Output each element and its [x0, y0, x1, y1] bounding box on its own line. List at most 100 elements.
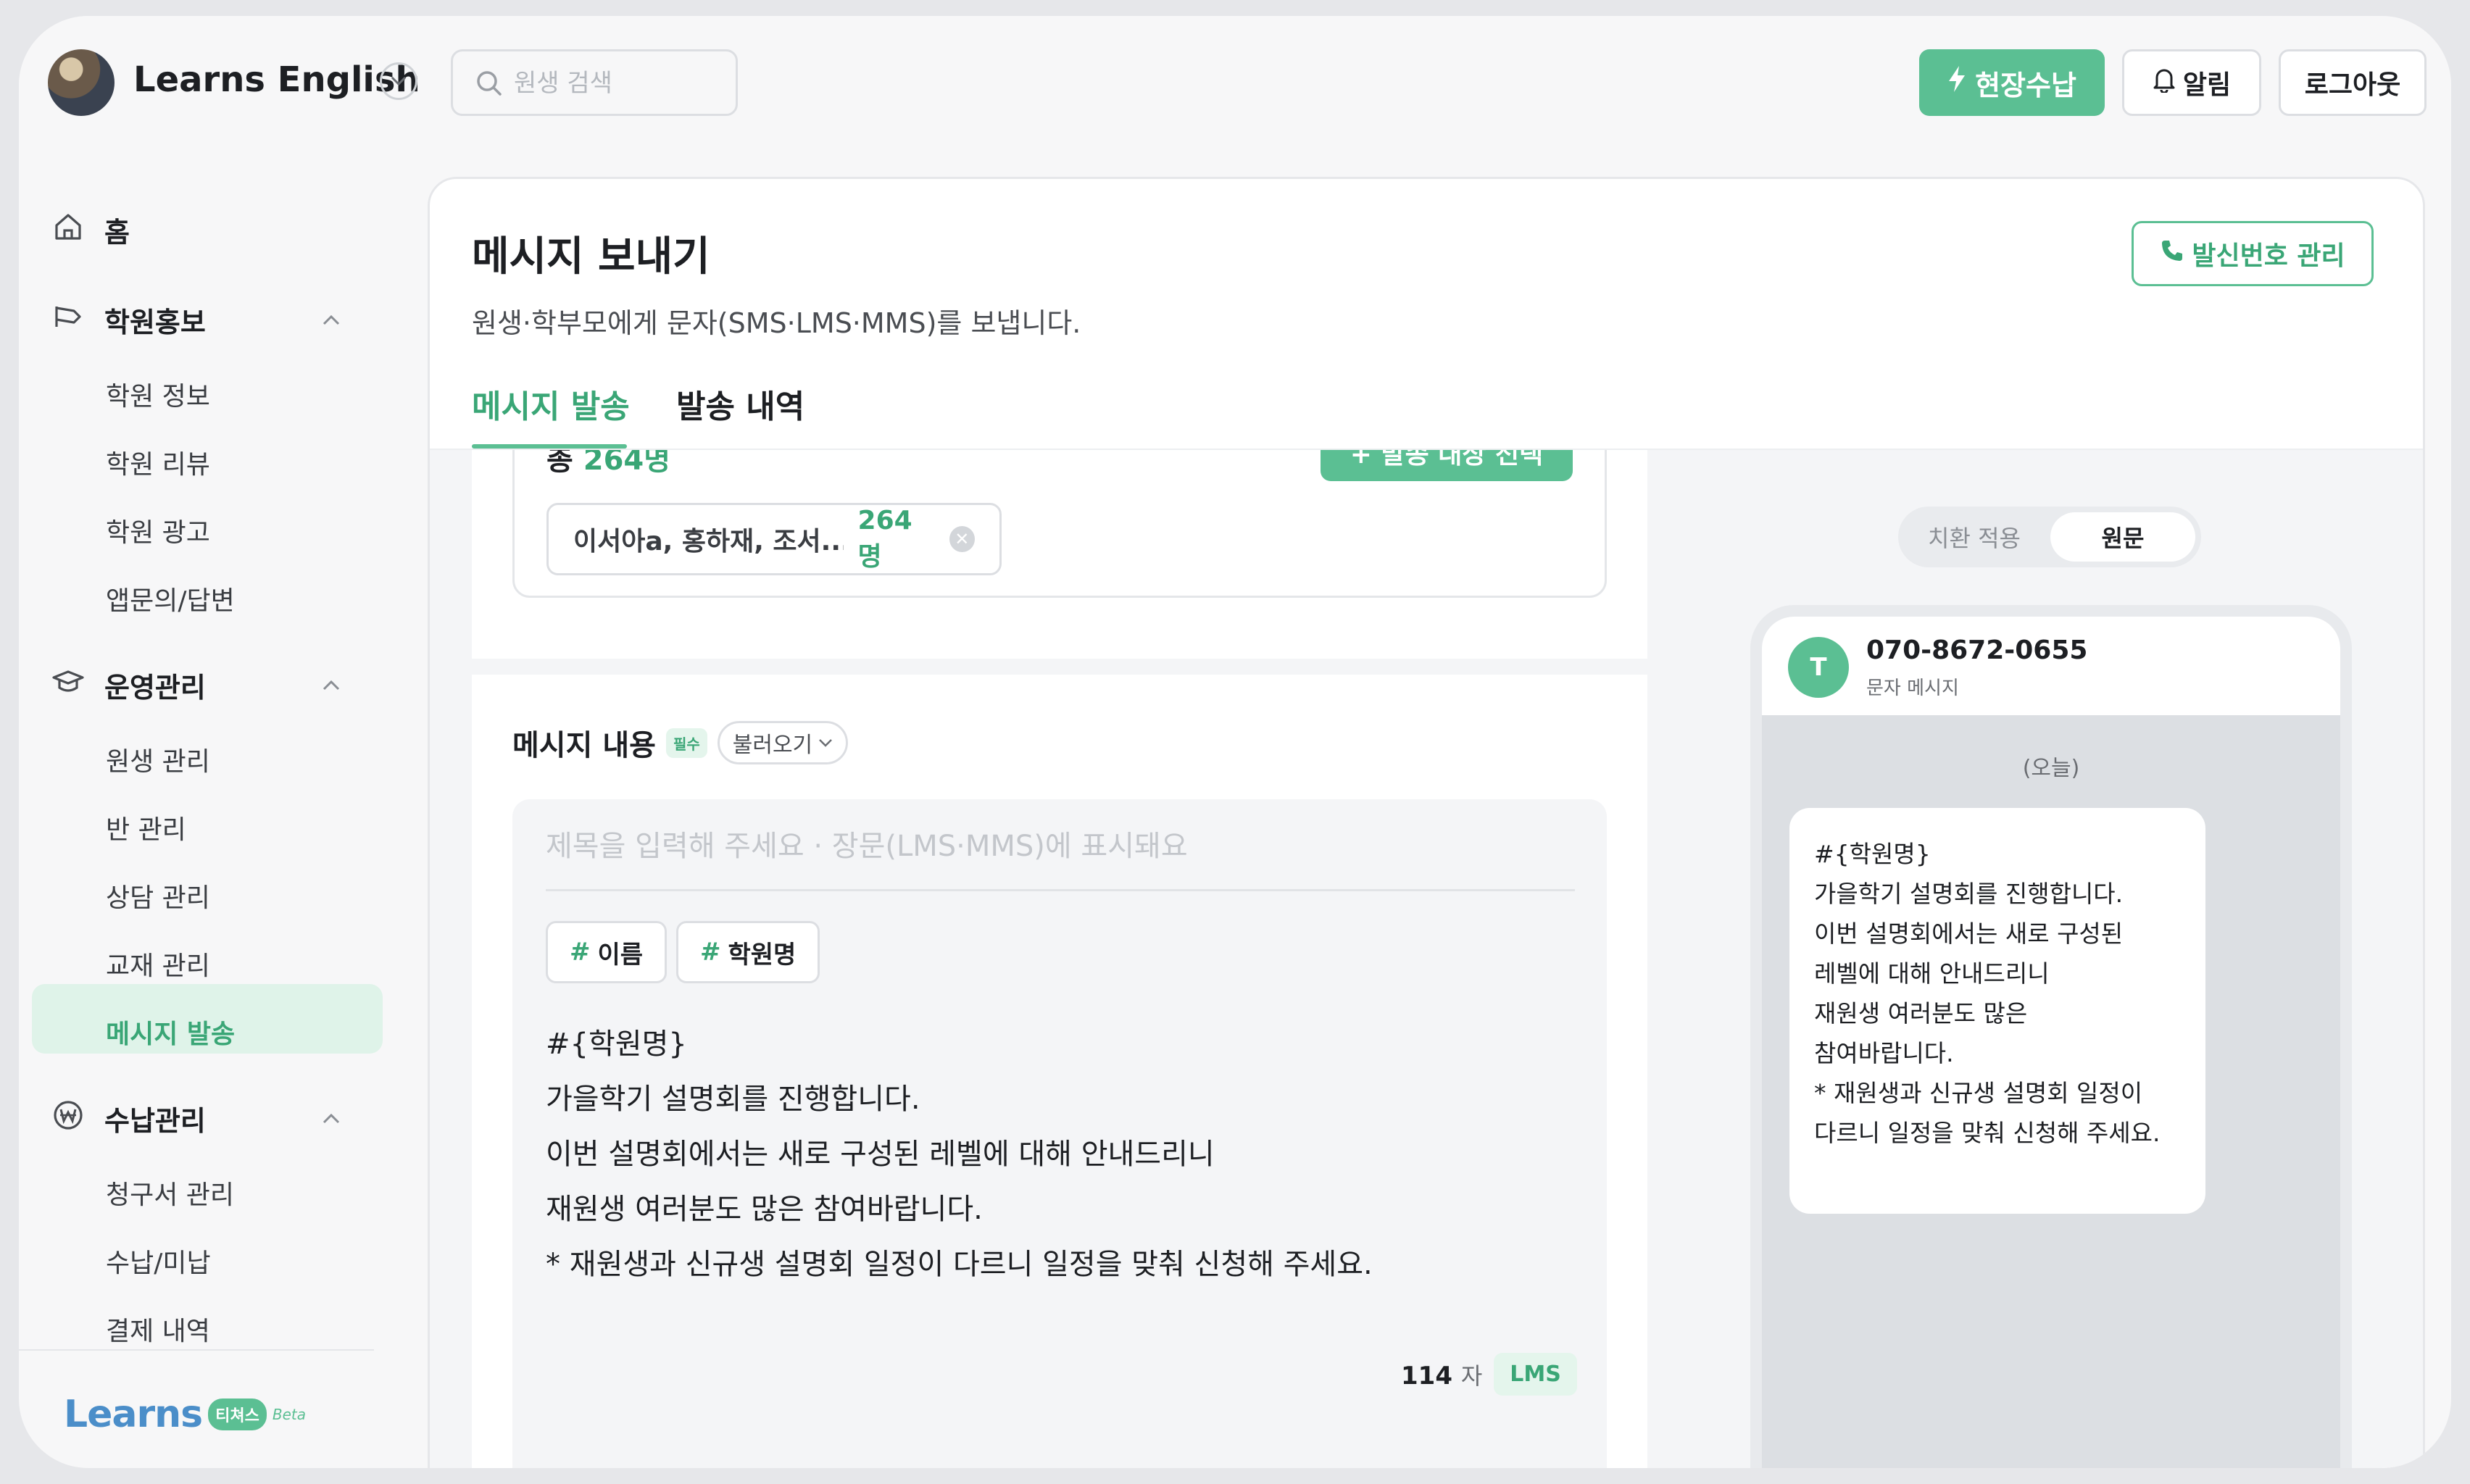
sidebar-item-payment-history[interactable]: 결제 내역 — [106, 1310, 210, 1348]
character-count-value: 114 — [1401, 1361, 1452, 1391]
logo-beta: Beta — [272, 1406, 306, 1423]
compose-column: 총 264명 + 발송 대상 선택 이서아a, 홍하재, 조서... 264명 … — [472, 450, 1647, 1468]
recipient-total-prefix: 총 — [546, 450, 573, 477]
page-subtitle: 원생·학부모에게 문자(SMS·LMS·MMS)를 보냅니다. — [472, 307, 1081, 339]
variable-chip-name-label: 이름 — [597, 940, 644, 970]
preview-mode-toggle[interactable]: 치환 적용 원문 — [1898, 507, 2201, 567]
search-icon — [475, 69, 504, 101]
sidebar-item-students[interactable]: 원생 관리 — [106, 741, 210, 778]
chevron-up-icon[interactable] — [320, 678, 342, 693]
sidebar-item-invoices[interactable]: 청구서 관리 — [106, 1174, 234, 1212]
tab-send-history[interactable]: 발송 내역 — [676, 380, 804, 427]
phone-preview: T 070-8672-0655 문자 메시지 (오늘) #{학원명} 가을학기 … — [1750, 605, 2352, 1468]
message-body-line: #{학원명} — [546, 1027, 687, 1061]
date-label: (오늘) — [2022, 756, 2080, 781]
sidebar-item-textbooks[interactable]: 교재 관리 — [106, 945, 210, 983]
sidebar-item-message-send[interactable]: 메시지 발송 — [106, 1013, 235, 1051]
message-body-line: 재원생 여러분도 많은 참여바랍니다. — [546, 1193, 983, 1226]
recipient-total-value: 264명 — [583, 450, 671, 477]
page-title: 메시지 보내기 — [472, 233, 710, 280]
sidebar-item-home[interactable]: 홈 — [52, 210, 130, 250]
logout-button[interactable]: 로그아웃 — [2279, 49, 2427, 116]
learns-logo: Learns 티쳐스 Beta — [64, 1393, 306, 1436]
character-counter: 114 자 LMS — [1401, 1353, 1577, 1396]
select-recipients-button[interactable]: + 발송 대상 선택 — [1321, 450, 1573, 481]
sender-subtitle: 문자 메시지 — [1866, 678, 1959, 699]
hash-icon: # — [700, 938, 721, 967]
recipient-chip[interactable]: 이서아a, 홍하재, 조서... 264명 ✕ — [546, 503, 1002, 575]
sidebar-section-promotion[interactable]: 학원홍보 — [52, 300, 206, 340]
sender-number-label: 발신번호 관리 — [2192, 241, 2345, 271]
sidebar-section-operations[interactable]: 운영관리 — [52, 665, 206, 705]
sender-number-button[interactable]: 발신번호 관리 — [2132, 221, 2374, 286]
main-panel: 메시지 보내기 원생·학부모에게 문자(SMS·LMS·MMS)를 보냅니다. … — [428, 177, 2425, 1468]
clear-icon[interactable]: ✕ — [949, 526, 975, 552]
logo-word: Learns — [64, 1393, 203, 1436]
message-body-line: 가을학기 설명회를 진행합니다. — [546, 1083, 920, 1116]
top-bar: Learns English 현장수납 알림 로그아웃 — [19, 16, 2451, 149]
variable-chip-academy[interactable]: # 학원명 — [676, 921, 820, 983]
subject-input[interactable]: 제목을 입력해 주세요 · 장문(LMS·MMS)에 표시돼요 — [546, 822, 1188, 864]
message-editor[interactable]: 제목을 입력해 주세요 · 장문(LMS·MMS)에 표시돼요 # 이름 # 학… — [512, 799, 1607, 1468]
sidebar-item-paid-unpaid[interactable]: 수납/미납 — [106, 1242, 211, 1280]
load-template-button[interactable]: 불러오기 — [717, 721, 849, 764]
sidebar-item-classes[interactable]: 반 관리 — [106, 809, 186, 846]
phone-icon — [2160, 238, 2184, 270]
onsite-payment-label: 현장수납 — [1975, 70, 2076, 101]
onsite-payment-button[interactable]: 현장수납 — [1919, 49, 2105, 116]
tab-message-send[interactable]: 메시지 발송 — [472, 380, 630, 427]
character-count: 114 자 — [1401, 1358, 1482, 1391]
academy-name[interactable]: Learns English — [133, 59, 420, 100]
recipient-card: 총 264명 + 발송 대상 선택 이서아a, 홍하재, 조서... 264명 … — [512, 450, 1607, 598]
toggle-original[interactable]: 원문 — [2050, 512, 2195, 562]
won-coin-icon — [52, 1099, 84, 1138]
load-template-label: 불러오기 — [732, 733, 813, 758]
sidebar-divider — [19, 1349, 374, 1351]
message-body[interactable]: #{학원명} 가을학기 설명회를 진행합니다. 이번 설명회에서는 새로 구성된… — [546, 1017, 1373, 1292]
phone-header: T 070-8672-0655 문자 메시지 — [1762, 617, 2340, 715]
sidebar-item-academy-review[interactable]: 학원 리뷰 — [106, 443, 210, 481]
sidebar-item-academy-ads[interactable]: 학원 광고 — [106, 512, 210, 549]
sidebar-section-operations-label: 운영관리 — [104, 672, 206, 704]
sidebar-item-academy-info[interactable]: 학원 정보 — [106, 375, 210, 413]
subject-divider — [546, 889, 1575, 891]
section-separator — [472, 659, 1647, 675]
lightning-icon — [1947, 65, 1966, 100]
home-icon — [52, 211, 84, 249]
toggle-substituted[interactable]: 치환 적용 — [1904, 512, 2045, 562]
message-content-label: 메시지 내용 — [512, 729, 656, 762]
bell-icon — [2153, 67, 2176, 99]
variable-chip-name[interactable]: # 이름 — [546, 921, 668, 983]
graduation-cap-icon — [52, 666, 84, 704]
academy-avatar[interactable] — [48, 49, 115, 116]
sender-number: 070-8672-0655 — [1866, 635, 2088, 665]
megaphone-icon — [52, 301, 84, 339]
sidebar-item-home-label: 홈 — [104, 217, 130, 249]
recipient-chip-count: 264명 — [857, 505, 912, 572]
notification-button[interactable]: 알림 — [2122, 49, 2261, 116]
sidebar-section-payments-label: 수납관리 — [104, 1105, 206, 1137]
chevron-down-icon — [819, 739, 833, 747]
student-search[interactable] — [451, 49, 738, 116]
message-type-badge: LMS — [1494, 1353, 1577, 1396]
sidebar-section-payments[interactable]: 수납관리 — [52, 1099, 206, 1138]
message-body-line: * 재원생과 신규생 설명회 일정이 다르니 일정을 맞춰 신청해 주세요. — [546, 1248, 1373, 1281]
sidebar-item-counseling[interactable]: 상담 관리 — [106, 877, 210, 914]
sidebar-section-promotion-label: 학원홍보 — [104, 307, 206, 338]
logo-badge: 티쳐스 — [208, 1398, 267, 1430]
chevron-up-icon[interactable] — [320, 1112, 342, 1126]
app-window: Learns English 현장수납 알림 로그아웃 — [19, 16, 2451, 1468]
chevron-down-icon[interactable] — [380, 62, 417, 100]
recipient-chip-names: 이서아a, 홍하재, 조서... — [573, 527, 844, 556]
sidebar: 홈 학원홍보 학원 정보 학원 리뷰 학원 광고 앱문의/답변 운영관리 원생 … — [19, 149, 383, 1468]
variable-chip-academy-label: 학원명 — [728, 940, 797, 970]
search-input[interactable] — [514, 64, 724, 102]
chevron-up-icon[interactable] — [320, 313, 342, 328]
notification-label: 알림 — [2182, 70, 2232, 100]
character-count-unit: 자 — [1460, 1362, 1483, 1390]
message-content-header: 메시지 내용 필수 불러오기 — [512, 721, 849, 764]
hash-icon: # — [570, 938, 591, 967]
required-badge: 필수 — [665, 728, 707, 758]
sidebar-item-app-inquiry[interactable]: 앱문의/답변 — [106, 580, 235, 617]
recipient-total: 총 264명 — [546, 450, 670, 478]
